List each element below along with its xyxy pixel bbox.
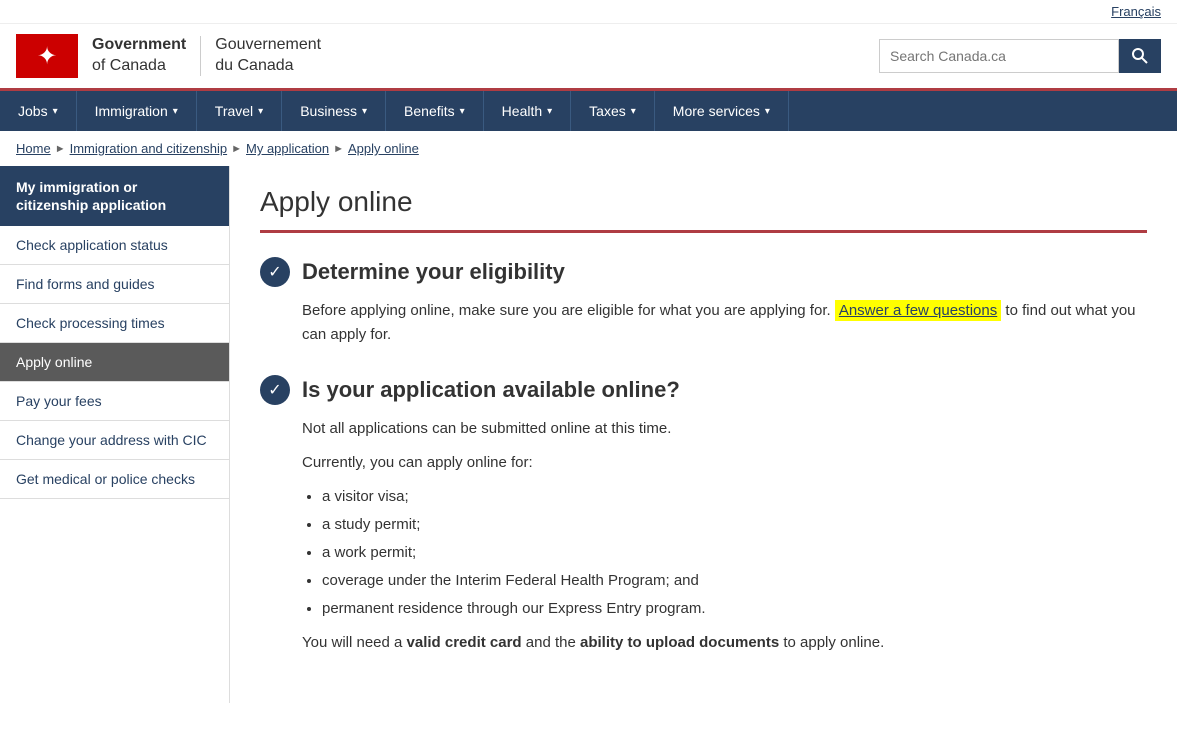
sidebar: My immigration or citizenship applicatio…: [0, 166, 230, 703]
language-toggle-link[interactable]: Français: [1111, 4, 1161, 19]
gov-en-text: Government of Canada: [92, 35, 186, 77]
sidebar-item-check-status[interactable]: Check application status: [0, 226, 229, 265]
bold-upload-docs: ability to upload documents: [580, 634, 779, 651]
main-content: Apply online ✓ Determine your eligibilit…: [230, 166, 1177, 703]
breadcrumb-sep-1: ►: [55, 143, 66, 155]
section-eligibility-body: Before applying online, make sure you ar…: [260, 299, 1147, 347]
section-available-heading: Is your application available online?: [302, 377, 680, 403]
eligibility-text: Before applying online, make sure you ar…: [302, 299, 1147, 347]
nav-item-more-services[interactable]: More services ▾: [655, 91, 789, 131]
available-para1: Not all applications can be submitted on…: [302, 417, 1147, 441]
sidebar-item-processing-times[interactable]: Check processing times: [0, 304, 229, 343]
breadcrumb-apply-online[interactable]: Apply online: [348, 141, 419, 156]
sidebar-header: My immigration or citizenship applicatio…: [0, 166, 229, 226]
nav-item-travel[interactable]: Travel ▾: [197, 91, 282, 131]
available-para2: Currently, you can apply online for:: [302, 451, 1147, 475]
section-eligibility-heading: Determine your eligibility: [302, 259, 565, 285]
logo-area: ✦ Government of Canada Gouvernement du C…: [16, 34, 321, 78]
top-bar: Français: [0, 0, 1177, 24]
list-item: a study permit;: [322, 513, 1147, 537]
sidebar-item-apply-online[interactable]: Apply online: [0, 343, 229, 382]
breadcrumb-sep-2: ►: [231, 143, 242, 155]
list-item: coverage under the Interim Federal Healt…: [322, 569, 1147, 593]
chevron-down-icon: ▾: [460, 106, 465, 117]
nav-item-taxes[interactable]: Taxes ▾: [571, 91, 655, 131]
main-layout: My immigration or citizenship applicatio…: [0, 166, 1177, 703]
breadcrumb-sep-3: ►: [333, 143, 344, 155]
gov-en-line2: of Canada: [92, 56, 186, 77]
check-icon-2: ✓: [260, 375, 290, 405]
available-para3: You will need a valid credit card and th…: [302, 631, 1147, 655]
gov-en-line1: Government: [92, 35, 186, 56]
content-divider: [260, 230, 1147, 233]
gov-fr-text: Gouvernement du Canada: [215, 35, 321, 77]
chevron-down-icon: ▾: [173, 106, 178, 117]
answer-questions-link[interactable]: Answer a few questions: [835, 300, 1001, 321]
list-item: permanent residence through our Express …: [322, 597, 1147, 621]
bold-credit-card: valid credit card: [407, 634, 522, 651]
page-title: Apply online: [260, 186, 1147, 218]
maple-leaf-icon: ✦: [37, 42, 57, 71]
search-area: [879, 39, 1161, 73]
nav-item-immigration[interactable]: Immigration ▾: [77, 91, 197, 131]
section-available-title-row: ✓ Is your application available online?: [260, 375, 1147, 405]
list-item: a visitor visa;: [322, 485, 1147, 509]
nav-item-jobs[interactable]: Jobs ▾: [0, 91, 77, 131]
sidebar-item-forms-guides[interactable]: Find forms and guides: [0, 265, 229, 304]
sidebar-item-pay-fees[interactable]: Pay your fees: [0, 382, 229, 421]
logo-divider: [200, 36, 201, 76]
header: ✦ Government of Canada Gouvernement du C…: [0, 24, 1177, 91]
chevron-down-icon: ▾: [53, 106, 58, 117]
check-icon-1: ✓: [260, 257, 290, 287]
section-available-body: Not all applications can be submitted on…: [260, 417, 1147, 655]
chevron-down-icon: ▾: [765, 106, 770, 117]
breadcrumb-my-application[interactable]: My application: [246, 141, 329, 156]
chevron-down-icon: ▾: [258, 106, 263, 117]
search-input[interactable]: [879, 39, 1119, 73]
breadcrumb: Home ► Immigration and citizenship ► My …: [0, 131, 1177, 166]
breadcrumb-home[interactable]: Home: [16, 141, 51, 156]
available-list: a visitor visa; a study permit; a work p…: [322, 485, 1147, 621]
section-eligibility: ✓ Determine your eligibility Before appl…: [260, 257, 1147, 347]
search-button[interactable]: [1119, 39, 1161, 73]
search-icon: [1132, 48, 1148, 64]
gov-fr-line1: Gouvernement: [215, 35, 321, 56]
sidebar-item-medical-checks[interactable]: Get medical or police checks: [0, 460, 229, 499]
chevron-down-icon: ▾: [631, 106, 636, 117]
section-available-online: ✓ Is your application available online? …: [260, 375, 1147, 655]
chevron-down-icon: ▾: [547, 106, 552, 117]
canada-flag: ✦: [16, 34, 78, 78]
nav-item-health[interactable]: Health ▾: [484, 91, 572, 131]
sidebar-item-change-address[interactable]: Change your address with CIC: [0, 421, 229, 460]
chevron-down-icon: ▾: [362, 106, 367, 117]
gov-fr-line2: du Canada: [215, 56, 321, 77]
nav-item-benefits[interactable]: Benefits ▾: [386, 91, 484, 131]
nav-item-business[interactable]: Business ▾: [282, 91, 386, 131]
main-nav: Jobs ▾ Immigration ▾ Travel ▾ Business ▾…: [0, 91, 1177, 131]
list-item: a work permit;: [322, 541, 1147, 565]
section-eligibility-title-row: ✓ Determine your eligibility: [260, 257, 1147, 287]
breadcrumb-immigration[interactable]: Immigration and citizenship: [70, 141, 228, 156]
